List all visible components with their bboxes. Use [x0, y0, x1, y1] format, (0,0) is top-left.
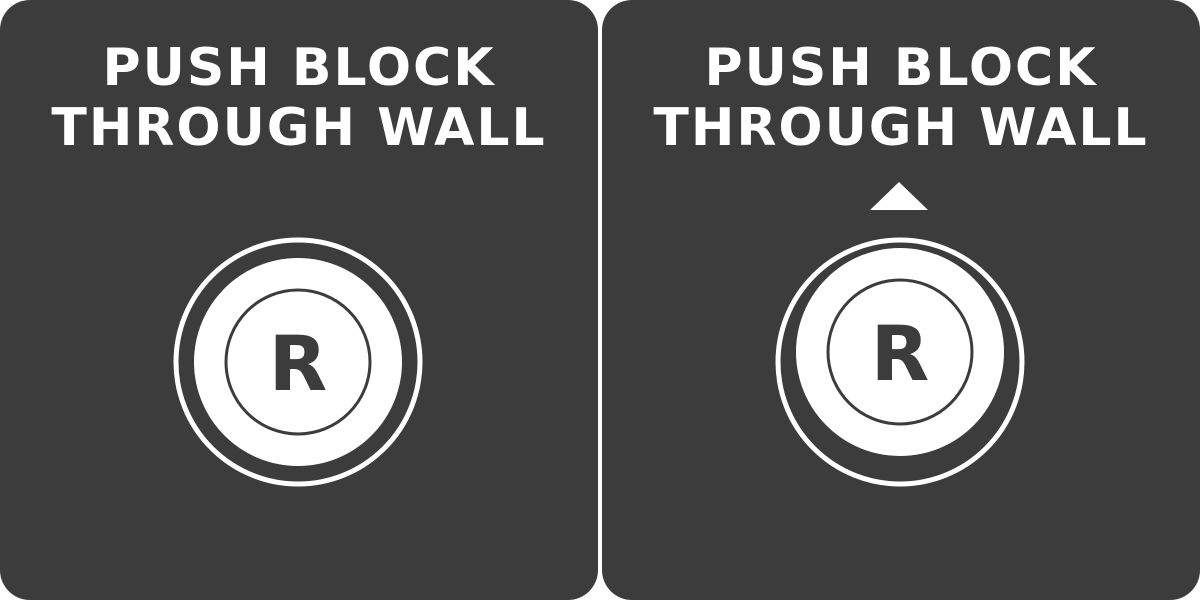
up-triangle-icon [870, 182, 928, 210]
right-stick-button-icon: R [772, 234, 1028, 490]
right-stick-button-icon: R [170, 234, 426, 490]
instruction-title: PUSH BLOCK THROUGH WALL [602, 38, 1200, 158]
instruction-panel-idle: PUSH BLOCK THROUGH WALL R [0, 0, 598, 600]
title-line-1: PUSH BLOCK [102, 38, 496, 98]
button-letter: R [269, 319, 328, 408]
title-line-1: PUSH BLOCK [704, 38, 1098, 98]
button-letter: R [871, 309, 930, 398]
instruction-title: PUSH BLOCK THROUGH WALL [0, 38, 598, 158]
title-line-2: THROUGH WALL [653, 98, 1149, 158]
title-line-2: THROUGH WALL [51, 98, 547, 158]
instruction-panel-pushed: PUSH BLOCK THROUGH WALL R [602, 0, 1200, 600]
